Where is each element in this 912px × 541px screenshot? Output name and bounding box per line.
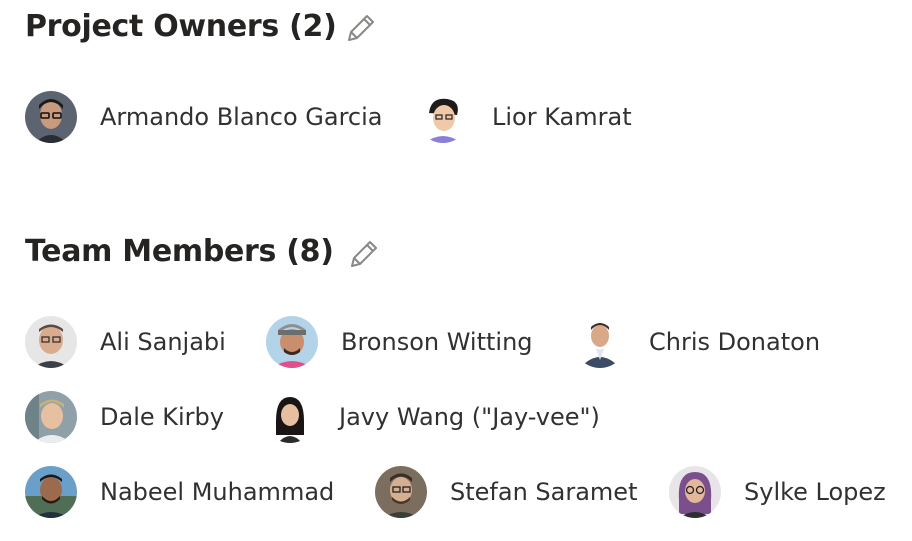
- avatar: [375, 466, 427, 518]
- member-chris-donaton[interactable]: Chris Donaton: [574, 316, 834, 368]
- avatar: [25, 466, 77, 518]
- avatar: [25, 91, 77, 143]
- avatar: [266, 316, 318, 368]
- member-stefan-saramet[interactable]: Stefan Saramet: [375, 466, 645, 518]
- member-ali-sanjabi[interactable]: Ali Sanjabi: [25, 316, 235, 368]
- owner-lior-kamrat[interactable]: Lior Kamrat: [417, 91, 637, 143]
- member-sylke-lopez[interactable]: Sylke Lopez: [669, 466, 899, 518]
- person-name: Bronson Witting: [341, 328, 533, 356]
- project-owners-heading: Project Owners (2): [25, 9, 337, 44]
- member-nabeel-muhammad[interactable]: Nabeel Muhammad: [25, 466, 345, 518]
- avatar: [574, 316, 626, 368]
- edit-members-pencil-icon[interactable]: [346, 238, 380, 272]
- person-name: Chris Donaton: [649, 328, 821, 356]
- person-name: Javy Wang ("Jay-vee"): [339, 403, 600, 431]
- team-members-heading: Team Members (8): [25, 234, 334, 269]
- avatar: [669, 466, 721, 518]
- avatar: [264, 391, 316, 443]
- person-name: Sylke Lopez: [744, 478, 886, 506]
- person-name: Nabeel Muhammad: [100, 478, 335, 506]
- person-name: Armando Blanco Garcia: [100, 103, 383, 131]
- person-name: Ali Sanjabi: [100, 328, 226, 356]
- person-name: Stefan Saramet: [450, 478, 638, 506]
- avatar: [25, 391, 77, 443]
- avatar: [25, 316, 77, 368]
- member-dale-kirby[interactable]: Dale Kirby: [25, 391, 235, 443]
- avatar: [417, 91, 469, 143]
- edit-owners-pencil-icon[interactable]: [343, 12, 377, 46]
- member-bronson-witting[interactable]: Bronson Witting: [266, 316, 546, 368]
- person-name: Lior Kamrat: [492, 103, 632, 131]
- person-name: Dale Kirby: [100, 403, 224, 431]
- member-javy-wang[interactable]: Javy Wang ("Jay-vee"): [264, 391, 604, 443]
- owner-armando-blanco-garcia[interactable]: Armando Blanco Garcia: [25, 91, 385, 143]
